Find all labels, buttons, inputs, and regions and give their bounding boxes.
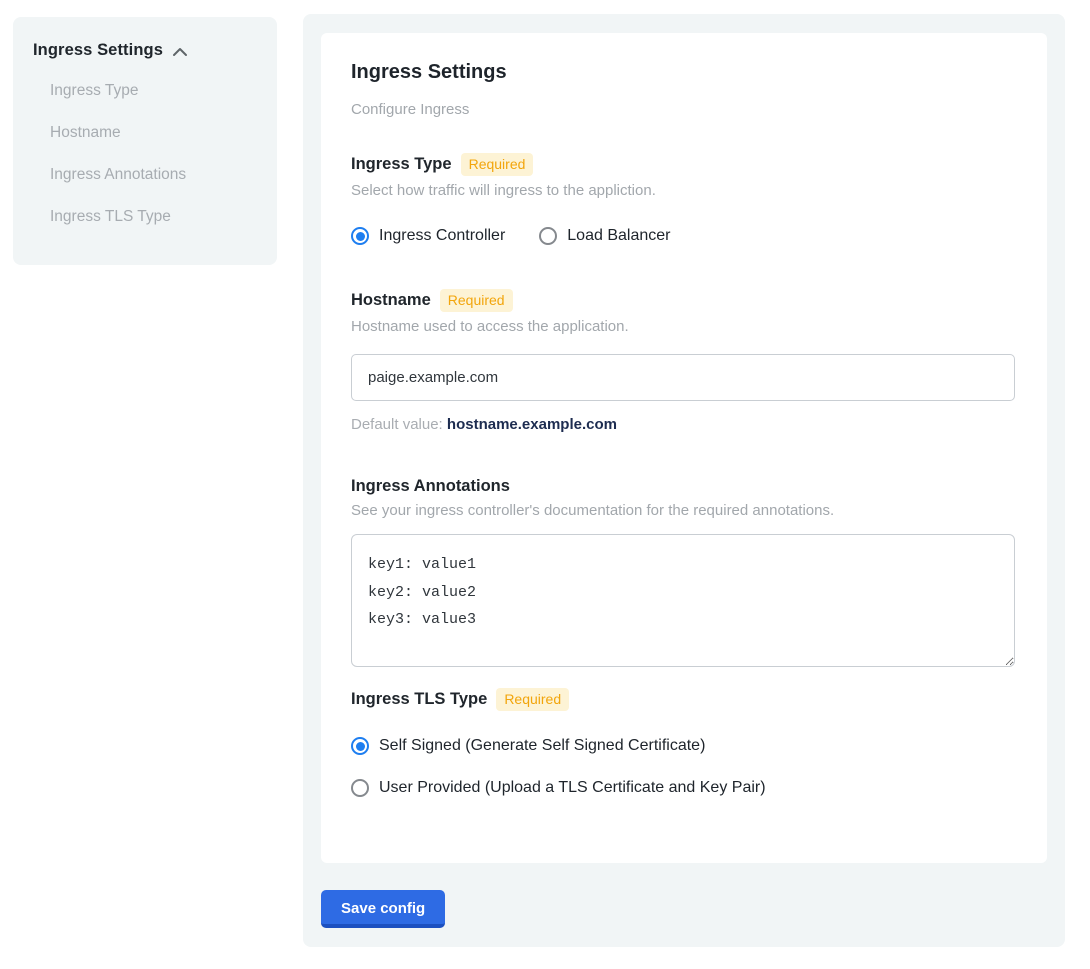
radio-ingress-controller[interactable]: Ingress Controller <box>351 227 505 245</box>
ingress-annotations-description: See your ingress controller's documentat… <box>351 502 1015 519</box>
hostname-description: Hostname used to access the application. <box>351 318 1015 335</box>
required-badge: Required <box>461 153 534 176</box>
sidebar-section-title: Ingress Settings <box>33 41 163 60</box>
field-ingress-tls-type: Ingress TLS Type Required Self Signed (G… <box>351 688 1015 797</box>
chevron-up-icon <box>172 44 188 60</box>
sidebar-item-ingress-annotations[interactable]: Ingress Annotations <box>50 164 257 186</box>
radio-self-signed[interactable]: Self Signed (Generate Self Signed Certif… <box>351 737 1015 755</box>
settings-sidebar: Ingress Settings Ingress Type Hostname I… <box>13 17 277 265</box>
hostname-label: Hostname <box>351 291 431 310</box>
ingress-annotations-label: Ingress Annotations <box>351 477 510 496</box>
default-value-text: hostname.example.com <box>447 416 617 433</box>
sidebar-item-ingress-tls-type[interactable]: Ingress TLS Type <box>50 206 257 228</box>
ingress-settings-card: Ingress Settings Configure Ingress Ingre… <box>321 33 1047 863</box>
sidebar-item-ingress-type[interactable]: Ingress Type <box>50 80 257 102</box>
radio-button-icon[interactable] <box>539 227 557 245</box>
radio-button-icon[interactable] <box>351 227 369 245</box>
radio-label: Ingress Controller <box>379 227 505 245</box>
hostname-input[interactable] <box>351 354 1015 401</box>
required-badge: Required <box>440 289 513 312</box>
ingress-type-label: Ingress Type <box>351 155 452 174</box>
default-value-label: Default value: <box>351 416 443 433</box>
save-config-button[interactable]: Save config <box>321 890 445 928</box>
required-badge: Required <box>496 688 569 711</box>
radio-label: User Provided (Upload a TLS Certificate … <box>379 779 766 797</box>
radio-button-icon[interactable] <box>351 779 369 797</box>
radio-user-provided[interactable]: User Provided (Upload a TLS Certificate … <box>351 779 1015 797</box>
sidebar-nav: Ingress Type Hostname Ingress Annotation… <box>50 80 257 228</box>
ingress-annotations-textarea[interactable]: key1: value1 key2: value2 key3: value3 <box>351 534 1015 667</box>
sidebar-section-ingress-settings[interactable]: Ingress Settings <box>33 41 257 60</box>
page-subtitle: Configure Ingress <box>351 101 1015 118</box>
sidebar-item-hostname[interactable]: Hostname <box>50 122 257 144</box>
field-hostname: Hostname Required Hostname used to acces… <box>351 289 1015 433</box>
field-ingress-annotations: Ingress Annotations See your ingress con… <box>351 477 1015 667</box>
hostname-default-line: Default value: hostname.example.com <box>351 416 1015 433</box>
radio-button-icon[interactable] <box>351 737 369 755</box>
radio-load-balancer[interactable]: Load Balancer <box>539 227 670 245</box>
ingress-type-description: Select how traffic will ingress to the a… <box>351 182 1015 199</box>
ingress-tls-type-label: Ingress TLS Type <box>351 690 487 709</box>
radio-label: Self Signed (Generate Self Signed Certif… <box>379 737 705 755</box>
ingress-tls-type-radio-group: Self Signed (Generate Self Signed Certif… <box>351 737 1015 797</box>
field-ingress-type: Ingress Type Required Select how traffic… <box>351 153 1015 245</box>
page-title: Ingress Settings <box>351 61 1015 84</box>
ingress-type-radio-group: Ingress Controller Load Balancer <box>351 227 1015 245</box>
ingress-settings-panel: Ingress Settings Configure Ingress Ingre… <box>303 14 1065 947</box>
radio-label: Load Balancer <box>567 227 670 245</box>
